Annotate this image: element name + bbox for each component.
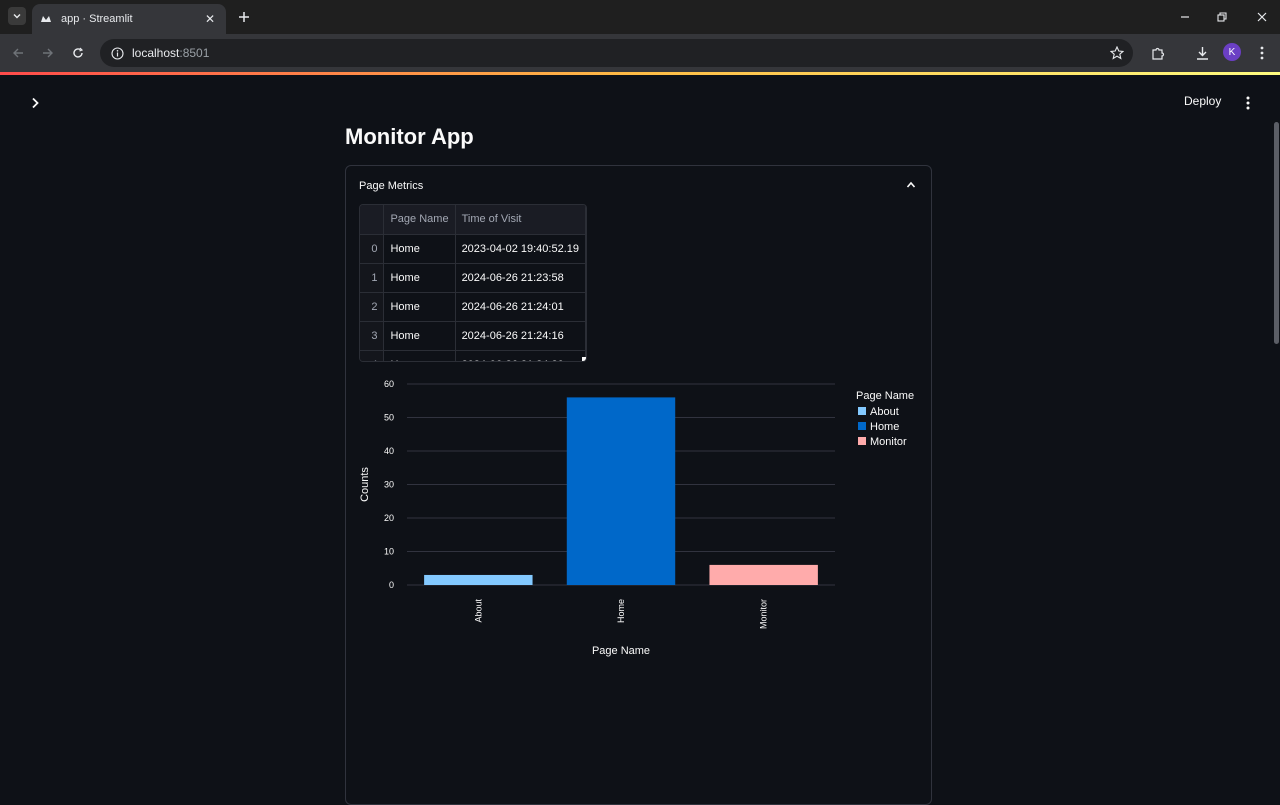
- minimize-window-button[interactable]: [1175, 8, 1195, 26]
- page-name-cell[interactable]: Home: [383, 292, 456, 322]
- x-tick-label: Home: [616, 599, 626, 623]
- chevron-up-icon: [906, 181, 916, 188]
- page-name-cell[interactable]: Home: [383, 263, 456, 293]
- dataframe-table: Page Name Time of Visit 0 Home 2023-04-0…: [360, 205, 586, 361]
- time-of-visit-cell[interactable]: 2024-06-26 21:23:58: [455, 263, 586, 293]
- column-header-time-of-visit[interactable]: Time of Visit: [455, 205, 586, 235]
- time-of-visit-cell[interactable]: 2024-06-26 21:24:20: [455, 350, 586, 361]
- table-row: 2 Home 2024-06-26 21:24:01: [360, 292, 586, 322]
- bar-chart: 0 10 20 30 40 50 60 Counts About Home Monitor Page …: [352, 375, 922, 665]
- more-vertical-icon: [1246, 96, 1250, 110]
- bar-monitor: [709, 564, 818, 585]
- bar-home: [566, 397, 676, 585]
- arrow-left-icon: [13, 48, 23, 58]
- row-index-cell[interactable]: 4: [360, 350, 385, 361]
- arrow-right-icon: [43, 48, 53, 58]
- y-tick-label: 10: [384, 547, 394, 557]
- bar-chart-svg: 0 10 20 30 40 50 60 Counts About Home Monitor Page …: [359, 379, 914, 657]
- legend-title: Page Name: [856, 390, 914, 402]
- page-title: Monitor App: [345, 124, 474, 149]
- legend-label: About: [870, 406, 899, 418]
- time-of-visit-cell[interactable]: 2023-04-02 19:40:52.19: [455, 234, 586, 264]
- table-header-row: Page Name Time of Visit: [360, 205, 586, 235]
- minimize-icon: [1181, 16, 1189, 18]
- main-menu-button[interactable]: [1241, 94, 1255, 112]
- tab-title: app · Streamlit: [61, 13, 133, 25]
- legend-swatch-home: [858, 422, 866, 430]
- legend-label: Monitor: [870, 436, 907, 448]
- expander-label[interactable]: Page Metrics: [359, 180, 423, 192]
- profile-avatar[interactable]: K: [1223, 43, 1241, 61]
- table-row: 4 Home 2024-06-26 21:24:20: [360, 350, 586, 361]
- extensions-icon[interactable]: [1149, 44, 1167, 62]
- chevron-right-icon: [32, 97, 39, 109]
- table-row: 0 Home 2023-04-02 19:40:52.19: [360, 234, 586, 264]
- plus-icon: [239, 12, 249, 22]
- page-name-cell[interactable]: Home: [383, 321, 456, 351]
- x-tick-label: Monitor: [759, 599, 769, 629]
- reload-icon: [73, 47, 84, 58]
- y-tick-label: 0: [389, 580, 394, 590]
- dataframe-resize-handle[interactable]: [582, 357, 586, 361]
- deploy-button[interactable]: Deploy: [1184, 94, 1221, 108]
- page-name-cell[interactable]: Home: [383, 350, 456, 361]
- row-index-cell[interactable]: 1: [360, 263, 385, 293]
- page-scrollbar[interactable]: [1274, 122, 1279, 344]
- expand-sidebar-button[interactable]: [26, 94, 44, 112]
- column-header-page-name[interactable]: Page Name: [383, 205, 456, 235]
- y-tick-label: 50: [384, 413, 394, 423]
- table-row: 1 Home 2024-06-26 21:23:58: [360, 263, 586, 293]
- x-axis-label: Page Name: [592, 645, 650, 657]
- close-icon: [1257, 12, 1267, 22]
- new-tab-button[interactable]: [234, 7, 254, 27]
- row-index-cell[interactable]: 3: [360, 321, 385, 351]
- browser-toolbar: localhost:8501 K: [0, 34, 1280, 72]
- streamlit-favicon-icon: [40, 13, 52, 25]
- y-tick-label: 30: [384, 480, 394, 490]
- url-port: :8501: [179, 46, 210, 60]
- y-axis-label: Counts: [359, 467, 371, 502]
- restore-window-button[interactable]: [1212, 8, 1232, 26]
- browser-tab[interactable]: app · Streamlit ✕: [32, 4, 226, 34]
- y-tick-label: 20: [384, 513, 394, 523]
- page-name-cell[interactable]: Home: [383, 234, 456, 264]
- time-of-visit-cell[interactable]: 2024-06-26 21:24:01: [455, 292, 586, 322]
- legend-swatch-monitor: [858, 437, 866, 445]
- table-row: 3 Home 2024-06-26 21:24:16: [360, 321, 586, 351]
- close-tab-icon[interactable]: ✕: [202, 12, 218, 26]
- row-index-cell[interactable]: 2: [360, 292, 385, 322]
- collapse-expander-button[interactable]: [904, 178, 918, 192]
- restore-icon: [1217, 12, 1227, 22]
- downloads-icon[interactable]: [1193, 44, 1211, 62]
- bar-about: [424, 574, 533, 585]
- site-info-icon[interactable]: [110, 46, 124, 60]
- tab-search-button[interactable]: [8, 7, 26, 25]
- url-host: localhost: [132, 46, 180, 60]
- dataframe[interactable]: Page Name Time of Visit 0 Home 2023-04-0…: [359, 204, 587, 362]
- forward-button[interactable]: [38, 43, 58, 63]
- address-bar[interactable]: localhost:8501: [100, 39, 1133, 67]
- row-index-cell[interactable]: 0: [360, 234, 385, 264]
- legend-label: Home: [870, 421, 899, 433]
- back-button[interactable]: [8, 43, 28, 63]
- browser-tab-strip: app · Streamlit ✕: [0, 0, 1280, 34]
- y-tick-label: 60: [384, 379, 394, 389]
- close-window-button[interactable]: [1252, 8, 1272, 26]
- bookmark-star-icon[interactable]: [1109, 45, 1125, 61]
- time-of-visit-cell[interactable]: 2024-06-26 21:24:16: [455, 321, 586, 351]
- legend-swatch-about: [858, 407, 866, 415]
- reload-button[interactable]: [68, 43, 88, 63]
- chevron-down-icon: [13, 14, 21, 19]
- column-header-index[interactable]: [360, 205, 385, 235]
- y-tick-label: 40: [384, 446, 394, 456]
- browser-menu-icon[interactable]: [1253, 44, 1271, 62]
- x-tick-label: About: [473, 599, 483, 623]
